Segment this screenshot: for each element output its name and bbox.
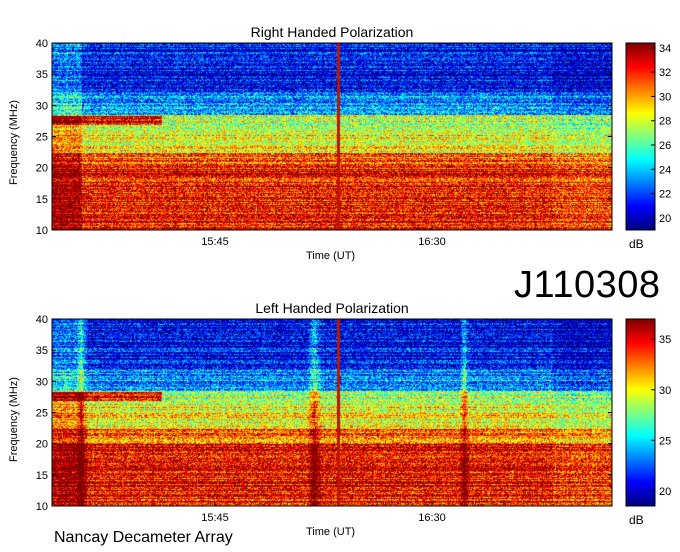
colorbar-tick-label: 30 xyxy=(659,385,671,397)
instrument-label: Nancay Decameter Array xyxy=(54,529,233,546)
colorbar-unit-left: dB xyxy=(629,513,644,527)
colorbar-tick-label: 35 xyxy=(659,334,671,346)
colorbar-tick-label: 20 xyxy=(659,486,671,498)
colorbar-tick-label: 25 xyxy=(659,435,671,447)
colorbar-frame xyxy=(625,318,656,507)
colorbar-axes-left: 20 25 30 35 xyxy=(625,318,671,507)
